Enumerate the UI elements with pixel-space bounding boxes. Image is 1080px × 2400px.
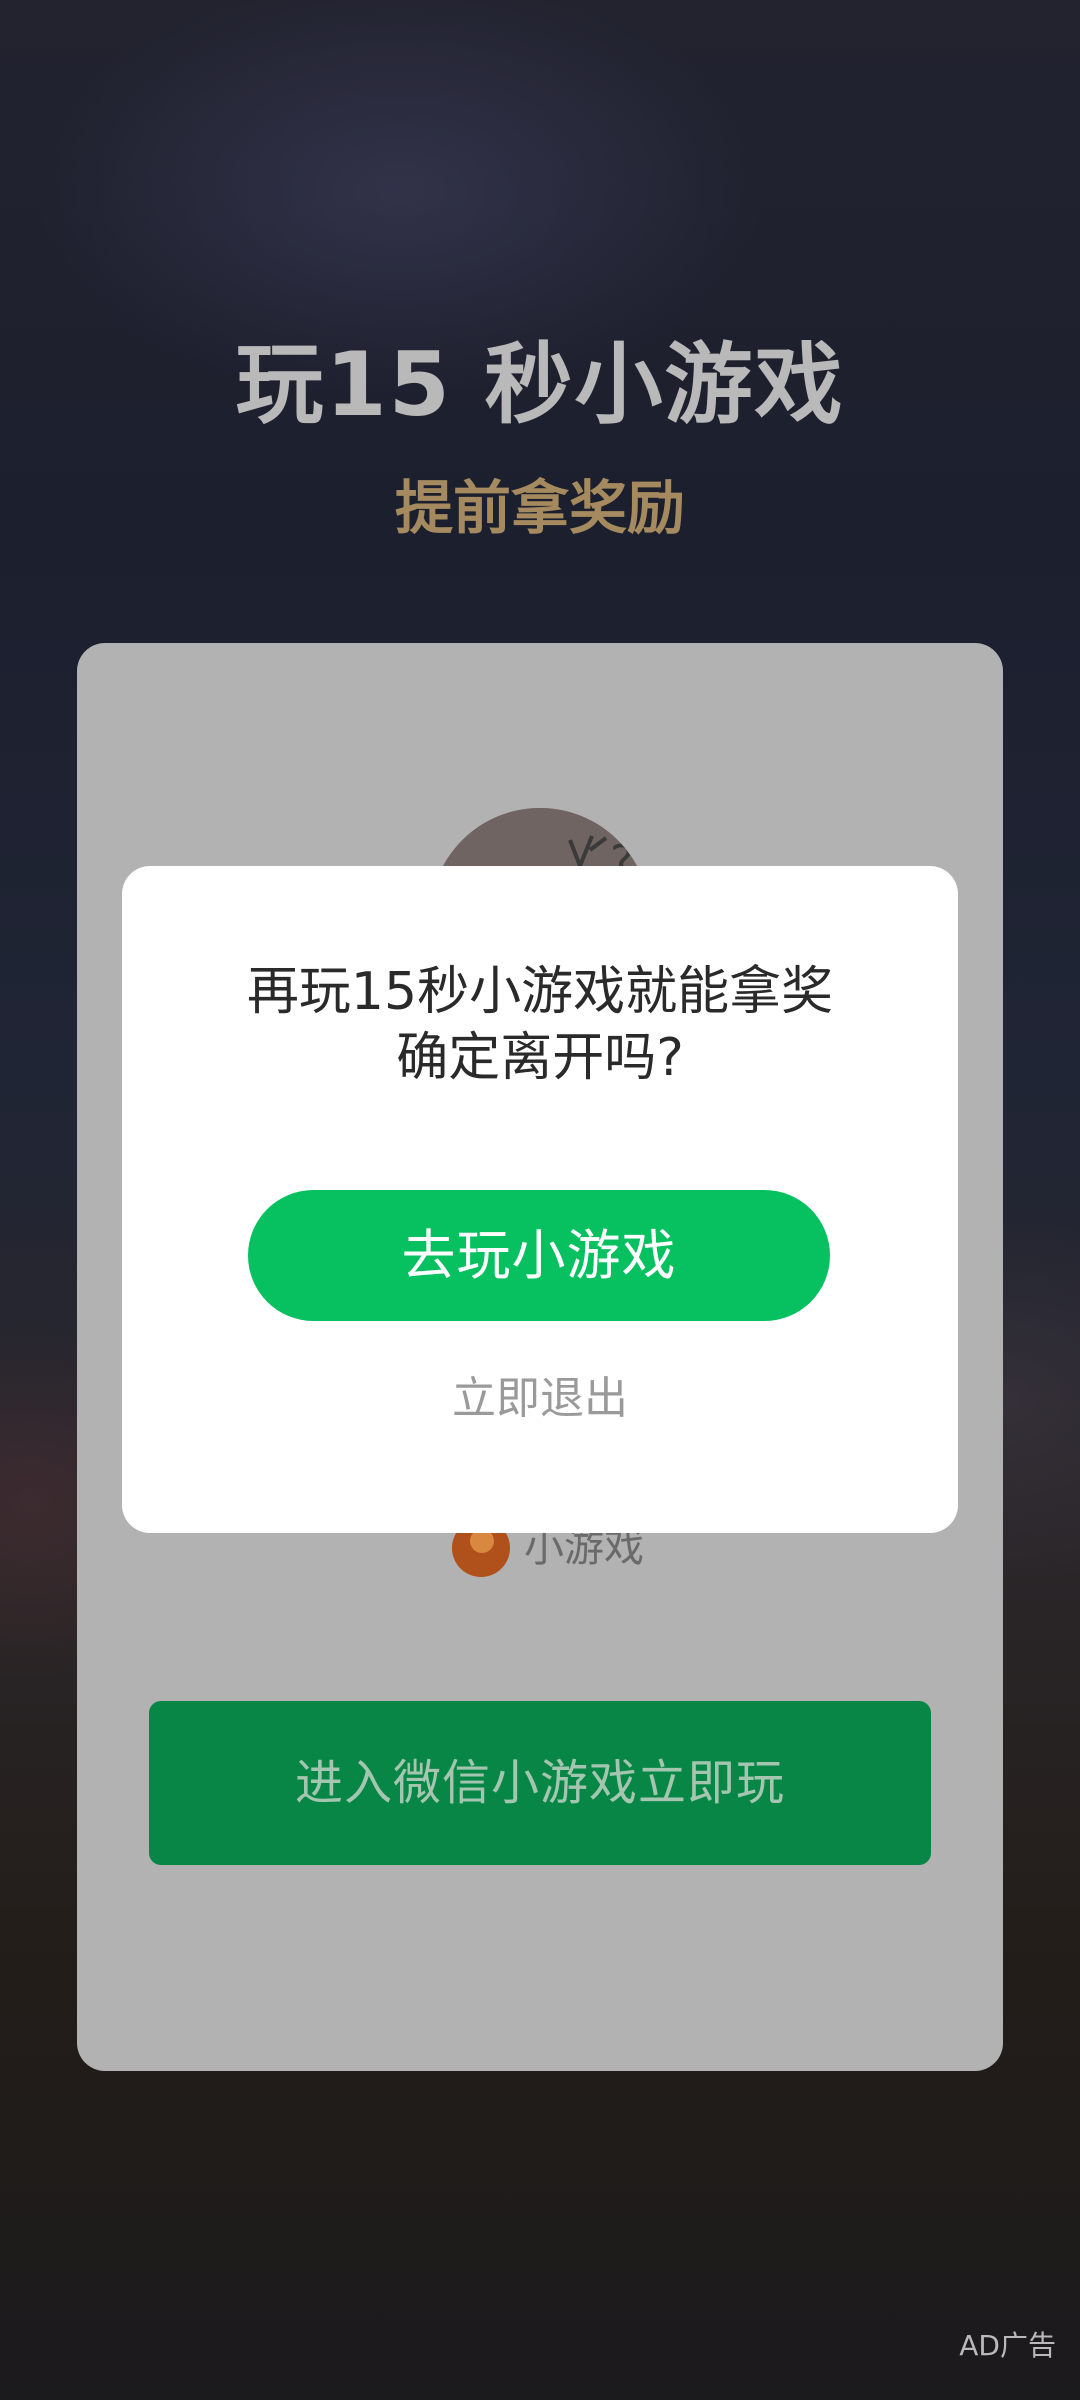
headline: 玩15 秒小游戏 bbox=[235, 333, 845, 436]
exit-now-button[interactable]: 立即退出 bbox=[122, 1369, 958, 1429]
leave-confirm-dialog: 再玩15秒小游戏就能拿奖 确定离开吗? 去玩小游戏 立即退出 bbox=[122, 866, 958, 1533]
ad-screen: 玩15 秒小游戏 提前拿奖励 ? 小游戏 进入微信小游戏立即玩 再玩15秒小游戏… bbox=[0, 0, 1080, 2400]
ad-label: AD广告 bbox=[959, 2329, 1056, 2362]
subheadline: 提前拿奖励 bbox=[394, 474, 685, 542]
dialog-message-line2: 确定离开吗? bbox=[396, 1028, 684, 1088]
play-mini-game-button[interactable]: 去玩小游戏 bbox=[248, 1190, 830, 1321]
dialog-message-line1: 再玩15秒小游戏就能拿奖 bbox=[246, 962, 834, 1022]
enter-mini-game-button[interactable]: 进入微信小游戏立即玩 bbox=[149, 1701, 931, 1865]
